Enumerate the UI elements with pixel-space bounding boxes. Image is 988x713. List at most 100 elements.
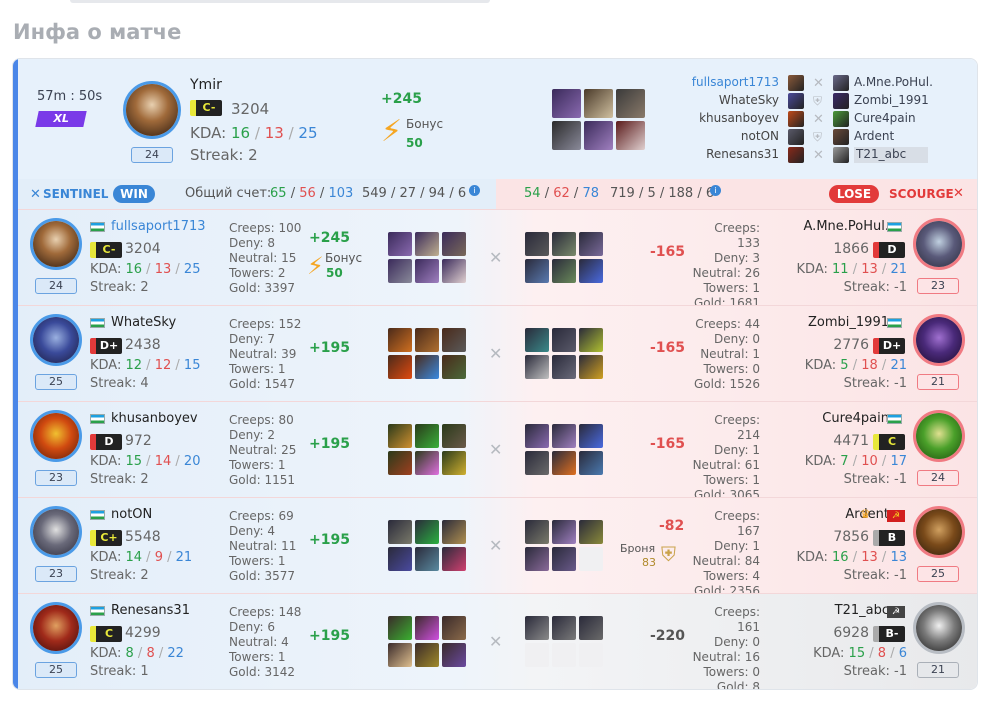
item-icon[interactable] [616, 89, 645, 118]
kda: KDA: 16 / 13 / 13 [796, 550, 907, 565]
mmr-value: 972 [125, 433, 152, 449]
item-icon[interactable] [415, 616, 439, 640]
item-icon[interactable] [552, 232, 576, 256]
roster-right-name[interactable]: Zombi_1991 [854, 93, 929, 109]
roster-left-name[interactable]: khusanboyev [699, 111, 779, 127]
item-icon[interactable] [616, 121, 645, 150]
avatar[interactable] [30, 218, 82, 270]
hero-mini-icon [788, 129, 804, 145]
player-name[interactable]: Zombi_1991 [808, 315, 889, 330]
item-icon[interactable] [525, 259, 549, 283]
item-icon[interactable] [388, 232, 412, 256]
item-icon[interactable] [525, 547, 549, 571]
player-name[interactable]: fullsaport1713 [111, 219, 206, 234]
roster-left-name[interactable]: notON [741, 129, 779, 145]
item-icon[interactable] [525, 232, 549, 256]
player-name[interactable]: notON [111, 507, 152, 522]
item-icon[interactable] [584, 121, 613, 150]
item-icon[interactable] [579, 616, 603, 640]
item-icon[interactable] [415, 547, 439, 571]
item-icon[interactable] [442, 643, 466, 667]
item-icon[interactable] [579, 451, 603, 475]
info-icon[interactable]: i [469, 185, 480, 196]
item-icon[interactable] [415, 328, 439, 352]
item-icon[interactable] [552, 451, 576, 475]
item-icon[interactable] [552, 616, 576, 640]
item-icon[interactable] [579, 520, 603, 544]
item-icon[interactable] [388, 520, 412, 544]
avatar[interactable] [913, 506, 965, 558]
item-icon[interactable] [415, 259, 439, 283]
item-icon[interactable] [552, 328, 576, 352]
player-name[interactable]: Ymir [190, 77, 222, 93]
item-icon[interactable] [552, 89, 581, 118]
item-icon[interactable] [525, 328, 549, 352]
item-icon[interactable] [442, 424, 466, 448]
item-icon[interactable] [579, 232, 603, 256]
player-stats: Creeps: 214 Deny: 1 Neutral: 61 Towers: 1 Go… [692, 413, 760, 502]
item-icon[interactable] [525, 355, 549, 379]
item-icon[interactable] [388, 616, 412, 640]
player-name[interactable]: khusanboyev [111, 411, 198, 426]
item-icon[interactable] [415, 355, 439, 379]
item-icon[interactable] [579, 424, 603, 448]
item-icon[interactable] [552, 121, 581, 150]
roster-right-name[interactable]: A.Mne.PoHul. [854, 75, 933, 91]
item-icon[interactable] [415, 424, 439, 448]
item-icon[interactable] [442, 547, 466, 571]
item-grid [525, 232, 603, 283]
item-icon[interactable] [525, 451, 549, 475]
item-icon[interactable] [579, 355, 603, 379]
player-name[interactable]: T21_abc [835, 603, 889, 618]
item-icon[interactable] [552, 547, 576, 571]
avatar[interactable] [913, 314, 965, 366]
roster-left-name[interactable]: Renesans31 [706, 147, 779, 163]
avatar[interactable] [30, 602, 82, 654]
avatar[interactable] [30, 506, 82, 558]
item-icon[interactable] [388, 355, 412, 379]
item-icon[interactable] [388, 259, 412, 283]
item-icon[interactable] [415, 451, 439, 475]
roster-right-name[interactable]: Cure4pain [854, 111, 916, 127]
item-icon[interactable] [525, 424, 549, 448]
item-icon[interactable] [442, 616, 466, 640]
item-icon[interactable] [442, 355, 466, 379]
avatar[interactable] [913, 410, 965, 462]
item-icon[interactable] [442, 451, 466, 475]
item-icon[interactable] [388, 424, 412, 448]
item-icon[interactable] [388, 547, 412, 571]
avatar[interactable] [123, 81, 181, 139]
info-icon[interactable]: i [710, 185, 721, 196]
item-icon[interactable] [525, 616, 549, 640]
avatar[interactable] [30, 314, 82, 366]
item-icon[interactable] [388, 451, 412, 475]
item-icon[interactable] [415, 232, 439, 256]
avatar[interactable] [913, 218, 965, 270]
roster-left-name[interactable]: WhateSky [719, 93, 779, 109]
item-icon[interactable] [552, 520, 576, 544]
item-icon[interactable] [552, 355, 576, 379]
roster-right-name[interactable]: T21_abc [854, 147, 928, 163]
item-icon[interactable] [388, 643, 412, 667]
roster-left-name[interactable]: fullsaport1713 [692, 75, 779, 91]
item-icon[interactable] [442, 259, 466, 283]
avatar[interactable] [30, 410, 82, 462]
player-name[interactable]: WhateSky [111, 315, 176, 330]
item-icon[interactable] [579, 328, 603, 352]
player-name[interactable]: Renesans31 [111, 603, 190, 618]
avatar[interactable] [913, 602, 965, 654]
item-icon[interactable] [415, 643, 439, 667]
item-icon[interactable] [584, 89, 613, 118]
item-icon[interactable] [525, 520, 549, 544]
player-name[interactable]: Cure4pain [822, 411, 889, 426]
player-name[interactable]: A.Mne.PoHul. [804, 219, 889, 234]
item-icon[interactable] [579, 259, 603, 283]
item-icon[interactable] [552, 424, 576, 448]
item-icon[interactable] [388, 328, 412, 352]
item-icon[interactable] [415, 520, 439, 544]
item-icon[interactable] [442, 232, 466, 256]
item-icon[interactable] [552, 259, 576, 283]
roster-right-name[interactable]: Ardent [854, 129, 894, 145]
item-icon[interactable] [442, 328, 466, 352]
item-icon[interactable] [442, 520, 466, 544]
